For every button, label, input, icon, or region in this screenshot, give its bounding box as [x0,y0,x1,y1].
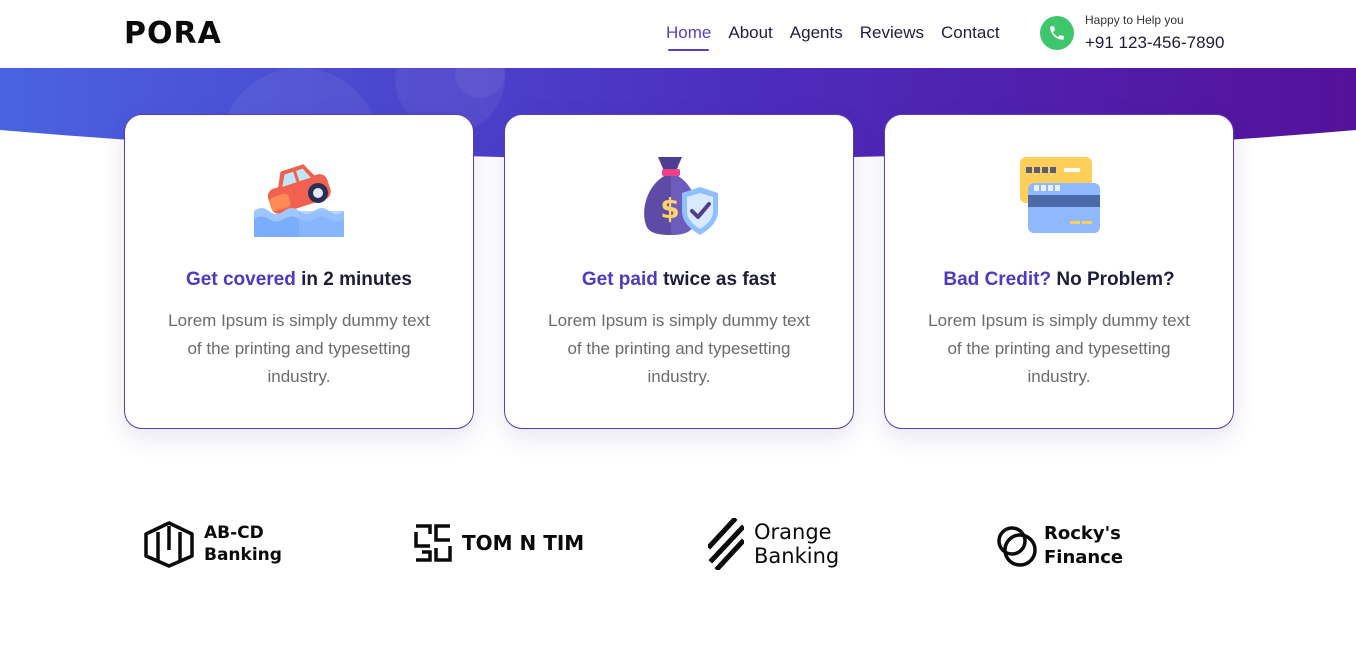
card-title: Bad Credit? No Problem? [943,269,1175,290]
money-bag-shield-icon: $ [644,157,718,235]
phone-icon[interactable] [1040,16,1074,50]
card-title: Get paid twice as fast [581,269,777,290]
partner-name-line1: TOM N TIM [462,531,585,555]
site-header: PORA Home About Agents Reviews Contact H… [0,0,1356,68]
card-description: Lorem Ipsum is simply dummy text of the … [928,311,1190,386]
partner-logo-rockys-finance[interactable]: Rocky's Finance [996,522,1123,570]
feature-card-payout[interactable]: $ Get paid twice as fast Lorem Ipsum is … [504,114,854,429]
contact-phone-number[interactable]: +91 123-456-7890 [1085,33,1224,53]
nav-item-about[interactable]: About [728,22,772,44]
partner-logo-orange-banking[interactable]: Orange Banking [708,518,839,570]
nav-item-contact[interactable]: Contact [941,22,1000,44]
card-description: Lorem Ipsum is simply dummy text of the … [548,311,810,386]
orange-slashes-logo-icon [708,518,744,570]
flooded-car-icon [254,164,344,237]
partner-logo-tom-n-tim[interactable]: TOM N TIM [414,524,584,562]
card-description: Lorem Ipsum is simply dummy text of the … [168,311,430,386]
tomntim-logo-icon [414,524,452,562]
partner-name-line2: Banking [204,545,282,565]
partner-name-line2: Finance [1044,547,1124,568]
card-title: Get covered in 2 minutes [186,269,412,290]
feature-card-coverage[interactable]: Get covered in 2 minutes Lorem Ipsum is … [124,114,474,429]
partner-name-line1: Rocky's [1044,523,1121,544]
abcd-logo-icon [144,521,194,568]
brand-logo[interactable]: PORA [124,16,222,51]
rockys-rings-logo-icon [997,526,1037,567]
nav-item-reviews[interactable]: Reviews [860,22,924,44]
nav-item-agents[interactable]: Agents [790,22,843,44]
main-nav: Home About Agents Reviews Contact [666,22,1000,51]
svg-text:$: $ [660,192,679,225]
partner-name-line1: AB-CD [204,523,264,543]
partner-name-line1: Orange [754,520,832,544]
contact-tagline: Happy to Help you [1085,13,1184,27]
feature-card-bad-credit[interactable]: Bad Credit? No Problem? Lorem Ipsum is s… [884,114,1234,429]
partner-logo-abcd-banking[interactable]: AB-CD Banking [142,520,282,568]
nav-item-home[interactable]: Home [666,22,711,51]
partner-name-line2: Banking [754,544,840,568]
credit-cards-icon [1020,157,1100,233]
